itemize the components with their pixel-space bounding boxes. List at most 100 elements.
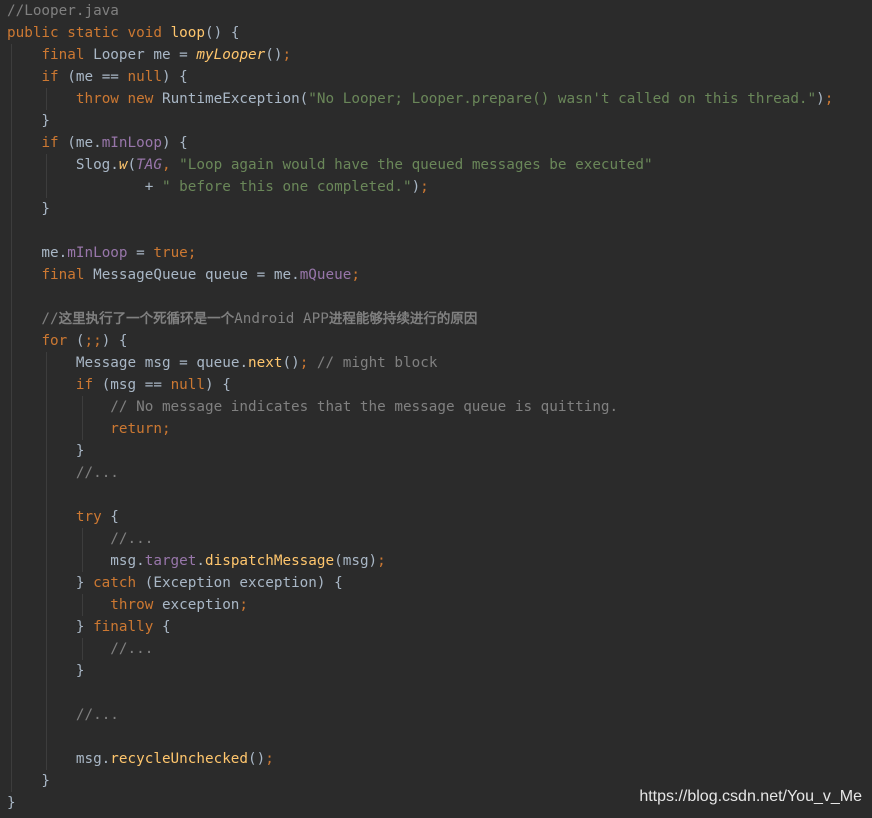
code-token: "Loop again would have the queued messag… <box>179 157 653 173</box>
code-token: () <box>248 751 266 767</box>
code-token: 进程能够持续进行的原因 <box>328 311 478 327</box>
code-line[interactable]: Message msg = queue.next(); // might blo… <box>7 352 438 374</box>
code-token: "No Looper; Looper.prepare() wasn't call… <box>308 91 817 107</box>
code-token: (me == <box>58 69 128 85</box>
code-token: , <box>161 157 171 173</box>
code-token: Looper <box>84 47 154 63</box>
code-token: throw <box>110 597 154 613</box>
code-line[interactable]: } <box>7 440 85 462</box>
code-editor[interactable]: //Looper.java public static void loop() {… <box>0 0 872 818</box>
code-line[interactable]: try { <box>7 506 119 528</box>
code-token: mInLoop <box>101 135 162 151</box>
code-line[interactable]: // No message indicates that the message… <box>7 396 618 418</box>
code-line[interactable]: } finally { <box>7 616 171 638</box>
code-token: static <box>67 25 119 41</box>
code-token: catch <box>93 575 137 591</box>
code-token: ) { <box>101 333 128 349</box>
code-line[interactable]: } <box>7 792 16 814</box>
code-line[interactable]: } <box>7 770 50 792</box>
code-token: } <box>7 795 16 811</box>
code-token: ) { <box>205 377 231 393</box>
code-token: dispatchMessage <box>205 553 335 569</box>
code-line[interactable]: throw exception; <box>7 594 248 616</box>
code-token: ) { <box>161 135 188 151</box>
code-token: " before this one completed." <box>161 179 412 195</box>
code-line[interactable]: //这里执行了一个死循环是一个Android APP进程能够持续进行的原因 <box>7 308 477 330</box>
code-line[interactable]: msg.target.dispatchMessage(msg); <box>7 550 386 572</box>
code-token: queue <box>205 267 249 283</box>
code-token: ; <box>239 597 249 613</box>
code-token: exception <box>153 597 240 613</box>
code-line[interactable]: //Looper.java <box>7 0 119 22</box>
code-token: //Looper.java <box>7 3 119 19</box>
code-token: for <box>41 333 68 349</box>
code-line[interactable]: me.mInLoop = true; <box>7 242 196 264</box>
code-token: = <box>127 245 154 261</box>
code-line[interactable]: if (msg == null) { <box>7 374 231 396</box>
code-token: //... <box>110 531 154 547</box>
code-line[interactable]: } catch (Exception exception) { <box>7 572 343 594</box>
code-line[interactable]: } <box>7 660 85 682</box>
code-line[interactable]: if (me == null) { <box>7 66 187 88</box>
code-token: // might block <box>316 355 438 371</box>
code-line[interactable]: public static void loop() { <box>7 22 239 44</box>
code-token: return <box>110 421 162 437</box>
code-token: if <box>41 69 59 85</box>
code-token: me <box>153 47 171 63</box>
code-token: if <box>75 377 94 393</box>
code-line[interactable]: //... <box>7 528 153 550</box>
code-token: } <box>7 201 51 217</box>
code-token: myLooper <box>196 47 266 63</box>
code-line[interactable]: //... <box>7 638 153 660</box>
code-line[interactable]: throw new RuntimeException("No Looper; L… <box>7 88 833 110</box>
code-token: finally <box>93 619 154 635</box>
code-line[interactable]: if (me.mInLoop) { <box>7 132 188 154</box>
code-token: try <box>75 509 102 525</box>
code-token: // <box>7 311 59 327</box>
code-line[interactable]: Slog.w(TAG, "Loop again would have the q… <box>7 154 653 176</box>
code-token: ; <box>420 179 429 195</box>
code-token: ) { <box>316 575 343 591</box>
code-line[interactable]: return; <box>7 418 170 440</box>
code-token: throw <box>75 91 119 107</box>
code-line[interactable]: //... <box>7 704 119 726</box>
code-line[interactable]: //... <box>7 462 119 484</box>
code-token: //... <box>110 641 154 657</box>
code-token: ; <box>377 553 386 569</box>
code-token: // No message indicates that the message… <box>110 399 619 415</box>
code-line[interactable]: for (;;) { <box>7 330 128 352</box>
code-line[interactable]: + " before this one completed."); <box>7 176 429 198</box>
code-token: (Exception <box>136 575 240 591</box>
code-token: () { <box>205 25 240 41</box>
code-token: mQueue <box>299 267 352 283</box>
code-line[interactable]: } <box>7 198 50 220</box>
code-token: ; <box>351 267 360 283</box>
code-token: . <box>196 553 205 569</box>
code-token: msg <box>144 355 171 371</box>
code-line[interactable]: final Looper me = myLooper(); <box>7 44 291 66</box>
code-token: //... <box>75 465 119 481</box>
code-line[interactable]: } <box>7 110 50 132</box>
code-token: ;; <box>84 333 102 349</box>
code-token: queue <box>196 355 240 371</box>
code-token: ( <box>67 333 85 349</box>
code-line[interactable]: msg.recycleUnchecked(); <box>7 748 274 770</box>
code-token: ) <box>816 91 825 107</box>
code-token: (me. <box>58 135 102 151</box>
code-token: Android APP <box>234 311 329 327</box>
code-line[interactable]: final MessageQueue queue = me.mQueue; <box>7 264 360 286</box>
code-token: (msg) <box>334 553 378 569</box>
